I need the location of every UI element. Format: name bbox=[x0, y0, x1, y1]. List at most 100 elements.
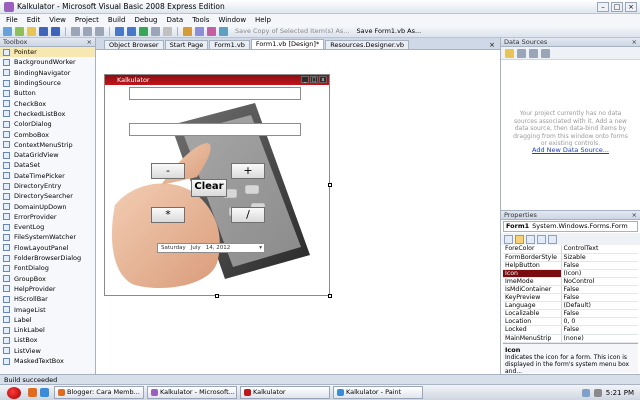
toolbox-item[interactable]: EventLog bbox=[0, 222, 95, 232]
undo-icon[interactable] bbox=[115, 26, 124, 36]
solution-explorer-icon[interactable] bbox=[195, 26, 204, 36]
close-icon[interactable]: × bbox=[632, 211, 637, 219]
pause-icon[interactable] bbox=[151, 26, 160, 36]
add-new-data-source-link[interactable]: Add New Data Source... bbox=[501, 146, 640, 154]
toolbox-item[interactable]: CheckBox bbox=[0, 98, 95, 108]
network-icon[interactable] bbox=[581, 388, 590, 397]
toolbox-item[interactable]: ColorDialog bbox=[0, 119, 95, 129]
volume-icon[interactable] bbox=[593, 388, 602, 397]
property-row[interactable]: MainMenuStrip (none) bbox=[503, 334, 638, 343]
form-title-bar[interactable]: Kalkulator _ □ x bbox=[105, 75, 329, 85]
tab-start-page[interactable]: Start Page bbox=[164, 40, 209, 49]
menu-data[interactable]: Data bbox=[166, 16, 183, 24]
add-item-icon[interactable] bbox=[15, 26, 24, 36]
toolbox-item[interactable]: FlowLayoutPanel bbox=[0, 243, 95, 253]
taskbar-item[interactable]: Blogger: Cara Memb... bbox=[54, 386, 144, 399]
close-tab-icon[interactable]: × bbox=[489, 41, 495, 49]
save-icon[interactable] bbox=[39, 26, 48, 36]
maximize-button[interactable]: □ bbox=[611, 1, 623, 12]
new-project-icon[interactable] bbox=[3, 26, 12, 36]
toolbox-item[interactable]: ListBox bbox=[0, 335, 95, 345]
toolbox-item[interactable]: LinkLabel bbox=[0, 325, 95, 335]
menu-project[interactable]: Project bbox=[75, 16, 99, 24]
property-row-selected[interactable]: Icon (Icon) bbox=[503, 269, 638, 278]
edit-dataset-icon[interactable] bbox=[517, 48, 526, 58]
taskbar-item[interactable]: Kalkulator bbox=[240, 386, 330, 399]
properties-icon[interactable] bbox=[207, 26, 216, 36]
events-icon[interactable] bbox=[537, 234, 546, 244]
tab-resources-designer[interactable]: Resources.Designer.vb bbox=[325, 40, 410, 49]
date-time-picker[interactable]: Saturday July 14, 2012 ▾ bbox=[157, 243, 265, 253]
paste-icon[interactable] bbox=[95, 26, 104, 36]
designer-form[interactable]: Kalkulator _ □ x - + Clear * / Saturday … bbox=[104, 74, 330, 296]
property-row[interactable]: ImeMode NoControl bbox=[503, 277, 638, 286]
toolbox-item[interactable]: DirectorySearcher bbox=[0, 191, 95, 201]
toolbox-item[interactable]: Button bbox=[0, 88, 95, 98]
firefox-icon[interactable] bbox=[28, 388, 37, 397]
menu-view[interactable]: View bbox=[49, 16, 66, 24]
toolbox-icon[interactable] bbox=[219, 26, 228, 36]
toolbox-item[interactable]: FileSystemWatcher bbox=[0, 232, 95, 242]
tab-form1-code[interactable]: Form1.vb bbox=[209, 40, 250, 49]
toolbox-item[interactable]: CheckedListBox bbox=[0, 109, 95, 119]
menu-debug[interactable]: Debug bbox=[134, 16, 157, 24]
close-icon[interactable]: × bbox=[87, 38, 92, 46]
multiply-button[interactable]: * bbox=[151, 207, 185, 223]
toolbox-item[interactable]: ComboBox bbox=[0, 129, 95, 139]
toolbox-item[interactable]: ImageList bbox=[0, 304, 95, 314]
menu-file[interactable]: File bbox=[6, 16, 18, 24]
taskbar-item[interactable]: Kalkulator - Microsoft... bbox=[147, 386, 237, 399]
configure-icon[interactable] bbox=[529, 48, 538, 58]
toolbox-item[interactable]: Pointer bbox=[0, 47, 95, 58]
toolbox-item[interactable]: ListView bbox=[0, 346, 95, 356]
taskbar-item[interactable]: Kalkulator - Paint bbox=[333, 386, 423, 399]
save-copy-command[interactable]: Save Copy of Selected Item(s) As... bbox=[235, 27, 350, 35]
stop-icon[interactable] bbox=[163, 26, 172, 36]
clear-button[interactable]: Clear bbox=[191, 179, 227, 197]
toolbox-item[interactable]: Label bbox=[0, 315, 95, 325]
property-pages-icon[interactable] bbox=[548, 234, 557, 244]
menu-window[interactable]: Window bbox=[218, 16, 246, 24]
property-row[interactable]: HelpButton False bbox=[503, 261, 638, 270]
explorer-icon[interactable] bbox=[40, 388, 49, 397]
resize-handle[interactable] bbox=[328, 294, 332, 298]
toolbox-item[interactable]: HScrollBar bbox=[0, 294, 95, 304]
property-row[interactable]: ForeColor ControlText bbox=[503, 245, 638, 254]
close-button[interactable]: × bbox=[625, 1, 637, 12]
close-icon[interactable]: × bbox=[632, 38, 637, 46]
input-first-number[interactable] bbox=[129, 87, 301, 100]
property-row[interactable]: FormBorderStyle Sizable bbox=[503, 253, 638, 262]
divide-button[interactable]: / bbox=[231, 207, 265, 223]
object-selector[interactable]: Form1 System.Windows.Forms.Form bbox=[503, 221, 638, 232]
save-form-command[interactable]: Save Form1.vb As... bbox=[357, 27, 422, 35]
toolbox-item[interactable]: FolderBrowserDialog bbox=[0, 253, 95, 263]
toolbox-item[interactable]: ErrorProvider bbox=[0, 212, 95, 222]
toolbox-item[interactable]: DateTimePicker bbox=[0, 171, 95, 181]
toolbox-item[interactable]: DataGridView bbox=[0, 150, 95, 160]
minimize-button[interactable]: – bbox=[597, 1, 609, 12]
property-row[interactable]: Locked False bbox=[503, 325, 638, 335]
chevron-down-icon[interactable]: ▾ bbox=[259, 244, 262, 252]
refresh-icon[interactable] bbox=[541, 48, 550, 58]
property-row[interactable]: Localizable False bbox=[503, 309, 638, 319]
resize-handle[interactable] bbox=[328, 183, 332, 187]
toolbox-item[interactable]: DirectoryEntry bbox=[0, 181, 95, 191]
tab-object-browser[interactable]: Object Browser bbox=[104, 40, 164, 49]
copy-icon[interactable] bbox=[83, 26, 92, 36]
resize-handle[interactable] bbox=[215, 294, 219, 298]
property-row[interactable]: KeyPreview False bbox=[503, 293, 638, 303]
cut-icon[interactable] bbox=[71, 26, 80, 36]
menu-help[interactable]: Help bbox=[255, 16, 271, 24]
toolbox-item[interactable]: DataSet bbox=[0, 160, 95, 170]
redo-icon[interactable] bbox=[127, 26, 136, 36]
alphabetical-icon[interactable] bbox=[515, 234, 524, 244]
toolbox-item[interactable]: BackgroundWorker bbox=[0, 57, 95, 67]
toolbox-item[interactable]: BindingSource bbox=[0, 78, 95, 88]
start-button[interactable] bbox=[0, 385, 28, 400]
toolbox-item[interactable]: GroupBox bbox=[0, 274, 95, 284]
tab-form1-design[interactable]: Form1.vb [Design]* bbox=[250, 39, 325, 49]
property-row[interactable]: Language (Default) bbox=[503, 301, 638, 311]
toolbox-item[interactable]: ContextMenuStrip bbox=[0, 140, 95, 150]
properties-view-icon[interactable] bbox=[526, 234, 535, 244]
property-row[interactable]: Location 0, 0 bbox=[503, 317, 638, 327]
